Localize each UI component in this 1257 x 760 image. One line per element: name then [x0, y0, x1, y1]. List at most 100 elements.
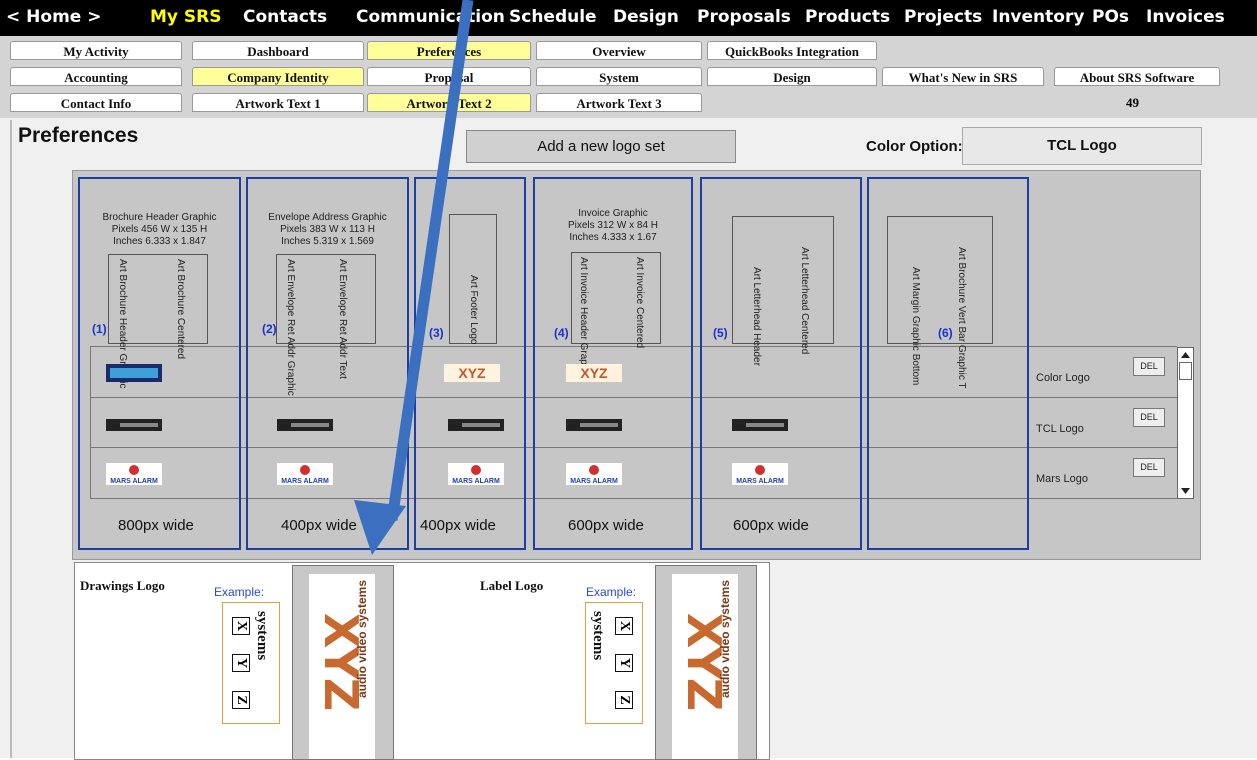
- nav-schedule[interactable]: Schedule: [509, 7, 597, 27]
- header-line: Inches 5.319 x 1.569: [281, 236, 374, 247]
- drawings-example-label: Example:: [214, 585, 265, 599]
- column-1-header: Brochure Header Graphic Pixels 456 W x 1…: [82, 212, 237, 248]
- tab-design[interactable]: Design: [707, 67, 877, 86]
- column-1-label-b: Art Brochure Centered: [175, 259, 186, 360]
- column-4-label-b: Art Invoice Centered: [634, 257, 645, 349]
- column-6-number: (6): [938, 326, 953, 340]
- column-2-width: 400px wide: [281, 517, 357, 534]
- label-example-logo: X Y Z systems: [585, 602, 643, 724]
- header-line: Invoice Graphic: [578, 208, 648, 219]
- scroll-down-icon[interactable]: [1180, 486, 1191, 496]
- tab-about[interactable]: About SRS Software: [1054, 67, 1220, 86]
- column-1-label-box: Art Brochure Header Graphic Art Brochure…: [108, 254, 208, 389]
- nav-invoices[interactable]: Invoices: [1146, 7, 1225, 27]
- row-label-color-logo: Color Logo: [1036, 372, 1090, 384]
- column-1-number: (1): [92, 322, 107, 336]
- example-letter: X: [232, 616, 250, 635]
- header-line: Pixels 383 W x 113 H: [280, 224, 375, 235]
- nav-contacts[interactable]: Contacts: [243, 7, 327, 27]
- column-5-label-b: Art Letterhead Centered: [799, 247, 810, 355]
- drawings-logo-label: Drawings Logo: [80, 578, 165, 593]
- tab-my-activity[interactable]: My Activity: [10, 41, 182, 60]
- nav-proposals[interactable]: Proposals: [697, 7, 791, 27]
- color-option-select[interactable]: TCL Logo: [962, 127, 1202, 165]
- page-title: Preferences: [18, 124, 139, 147]
- tab-artwork-text-1[interactable]: Artwork Text 1: [192, 93, 364, 112]
- column-3-number: (3): [429, 326, 444, 340]
- drawings-logo-preview[interactable]: XYZ audio video systems: [292, 565, 394, 760]
- add-logo-set-button[interactable]: Add a new logo set: [466, 130, 736, 163]
- nav-pos[interactable]: POs: [1092, 7, 1129, 27]
- column-6-label-a: Art Margin Graphic Bottom: [910, 267, 921, 386]
- header-line: Inches 6.333 x 1.847: [113, 236, 206, 247]
- column-5-number: (5): [713, 326, 728, 340]
- tab-artwork-text-3[interactable]: Artwork Text 3: [536, 93, 702, 112]
- column-5-width: 600px wide: [733, 517, 809, 534]
- example-letters: X Y Z: [614, 607, 634, 719]
- example-letter: Y: [232, 653, 250, 672]
- tab-strip: My Activity Dashboard Preferences Overvi…: [0, 36, 1257, 118]
- mars-mark: MARS ALARM: [736, 478, 784, 485]
- column-4-label-box: Art Invoice Header Graphic Art Invoice C…: [571, 252, 661, 378]
- label-logo-preview[interactable]: XYZ audio video systems: [655, 565, 757, 760]
- record-counter: 49: [1126, 95, 1139, 110]
- tab-overview[interactable]: Overview: [536, 41, 702, 60]
- tab-system[interactable]: System: [536, 67, 702, 86]
- scroll-up-icon[interactable]: [1180, 350, 1191, 360]
- tab-artwork-text-2[interactable]: Artwork Text 2: [367, 93, 531, 112]
- nav-my-srs[interactable]: My SRS: [150, 7, 222, 27]
- row-label-tcl-logo: TCL Logo: [1036, 423, 1084, 435]
- logo-list-scrollbar[interactable]: [1177, 347, 1194, 499]
- tab-dashboard[interactable]: Dashboard: [192, 41, 364, 60]
- xyz-mark: XYZ: [458, 365, 486, 381]
- top-nav: < Home > My SRS Contacts Communication S…: [0, 0, 1257, 36]
- column-2-label-box: Art Envelope Ret Addr Graphic Art Envelo…: [276, 254, 376, 396]
- nav-inventory[interactable]: Inventory: [992, 7, 1084, 27]
- tab-whats-new[interactable]: What's New in SRS: [882, 67, 1044, 86]
- color-option-label: Color Option:: [866, 138, 963, 155]
- tcl-logo-thumb-3: [448, 419, 504, 431]
- drawings-example-logo: X Y Z systems: [222, 602, 280, 724]
- nav-products[interactable]: Products: [805, 7, 890, 27]
- label-example-label: Example:: [586, 585, 637, 599]
- column-3-label-a: Art Footer Logo: [468, 275, 479, 345]
- tcl-logo-thumb-5: [732, 419, 788, 431]
- nav-projects[interactable]: Projects: [904, 7, 982, 27]
- column-4-number: (4): [554, 326, 569, 340]
- column-1-width: 800px wide: [118, 517, 194, 534]
- tcl-logo-thumb-1: [106, 419, 162, 431]
- header-line: Pixels 456 W x 135 H: [111, 224, 208, 235]
- example-letter: Y: [615, 653, 633, 672]
- column-5-label-box: Art Letterhead Header Art Letterhead Cen…: [732, 216, 834, 366]
- tab-quickbooks[interactable]: QuickBooks Integration: [707, 41, 877, 60]
- column-3-label-box: Art Footer Logo: [449, 214, 497, 344]
- tab-company-identity[interactable]: Company Identity: [192, 67, 364, 86]
- tab-preferences[interactable]: Preferences: [367, 41, 531, 60]
- column-1-label-a: Art Brochure Header Graphic: [117, 259, 128, 389]
- delete-color-logo-button[interactable]: DEL: [1133, 357, 1165, 376]
- tab-contact-info[interactable]: Contact Info: [10, 93, 182, 112]
- row-label-mars-logo: Mars Logo: [1036, 473, 1088, 485]
- tab-proposal[interactable]: Proposal: [367, 67, 531, 86]
- color-logo-thumb-1: [106, 364, 162, 382]
- mars-logo-thumb-1: MARS ALARM: [106, 463, 162, 485]
- big-logo-text: audio video systems: [355, 580, 369, 699]
- mars-mark: MARS ALARM: [452, 478, 500, 485]
- delete-tcl-logo-button[interactable]: DEL: [1133, 408, 1165, 427]
- tab-accounting[interactable]: Accounting: [10, 67, 182, 86]
- nav-design[interactable]: Design: [613, 7, 679, 27]
- mars-logo-thumb-5: MARS ALARM: [732, 463, 788, 485]
- delete-mars-logo-button[interactable]: DEL: [1133, 458, 1165, 477]
- mars-mark: MARS ALARM: [110, 478, 158, 485]
- column-2-header: Envelope Address Graphic Pixels 383 W x …: [250, 212, 405, 248]
- column-2-label-b: Art Envelope Ret Addr Text: [337, 259, 348, 379]
- example-letter: X: [615, 616, 633, 635]
- header-line: Inches 4.333 x 1.67: [569, 232, 657, 243]
- nav-communication[interactable]: Communication: [356, 7, 505, 27]
- nav-home[interactable]: < Home >: [6, 7, 101, 27]
- scroll-thumb[interactable]: [1179, 362, 1192, 380]
- example-letters: X Y Z: [231, 607, 251, 719]
- example-letter: Z: [615, 691, 633, 710]
- mars-logo-thumb-2: MARS ALARM: [277, 463, 333, 485]
- column-5-label-a: Art Letterhead Header: [751, 267, 762, 366]
